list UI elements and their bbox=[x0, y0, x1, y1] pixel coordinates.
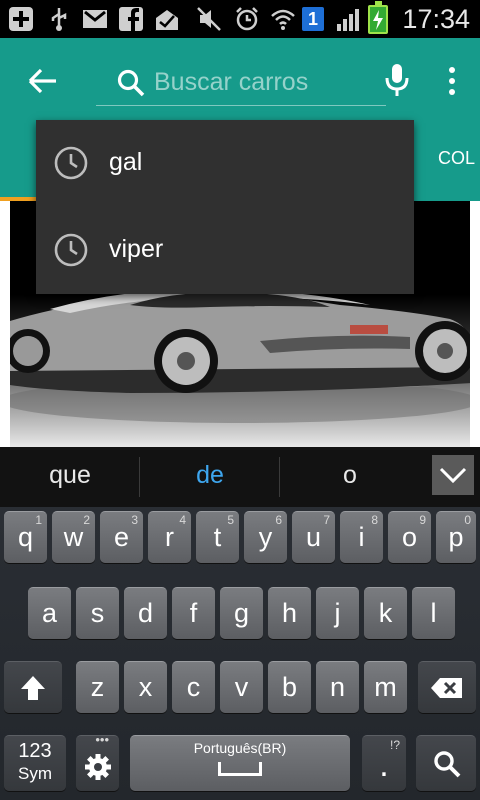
chevron-down-icon bbox=[439, 467, 467, 484]
signal-icon bbox=[337, 9, 359, 31]
key-r[interactable]: 4r bbox=[148, 511, 191, 563]
mic-icon[interactable] bbox=[384, 62, 410, 98]
key-e[interactable]: 3e bbox=[100, 511, 143, 563]
key-s[interactable]: s bbox=[76, 587, 119, 639]
key-k[interactable]: k bbox=[364, 587, 407, 639]
key-d[interactable]: d bbox=[124, 587, 167, 639]
key-v[interactable]: v bbox=[220, 661, 263, 713]
suggestion-item[interactable]: gal bbox=[36, 120, 414, 207]
back-arrow-icon[interactable] bbox=[26, 66, 58, 96]
word-suggestion[interactable]: que bbox=[0, 461, 140, 490]
gear-icon bbox=[85, 754, 111, 780]
backspace-icon bbox=[431, 678, 462, 698]
key-a[interactable]: a bbox=[28, 587, 71, 639]
usb-icon bbox=[51, 8, 67, 31]
keyboard-suggestion-strip: que de o bbox=[0, 447, 480, 507]
space-key[interactable]: Português(BR) bbox=[130, 735, 350, 791]
inbox-icon bbox=[156, 10, 178, 30]
history-icon bbox=[54, 146, 88, 180]
suggestion-item[interactable]: viper bbox=[36, 207, 414, 294]
search-input[interactable] bbox=[154, 62, 374, 102]
settings-key[interactable]: ••• bbox=[76, 732, 119, 791]
key-f[interactable]: f bbox=[172, 587, 215, 639]
period-key[interactable]: !? . bbox=[362, 735, 406, 791]
search-key[interactable] bbox=[416, 735, 476, 791]
gmail-icon bbox=[83, 10, 107, 28]
history-icon bbox=[54, 233, 88, 267]
status-bar: 1 17:34 bbox=[0, 0, 480, 38]
mute-icon bbox=[197, 7, 221, 31]
battery-charging-icon bbox=[368, 1, 388, 34]
facebook-icon bbox=[119, 7, 143, 31]
search-box[interactable] bbox=[96, 58, 386, 106]
keyboard: 1q 2w 3e 4r 5t 6y 7u 8i 9o 0p a s d f g … bbox=[0, 507, 480, 800]
key-j[interactable]: j bbox=[316, 587, 359, 639]
key-l[interactable]: l bbox=[412, 587, 455, 639]
notification-badge: 1 bbox=[302, 7, 324, 31]
suggestion-label: viper bbox=[109, 235, 164, 263]
word-suggestion[interactable]: o bbox=[280, 461, 420, 490]
shift-icon bbox=[21, 676, 45, 700]
key-w[interactable]: 2w bbox=[52, 511, 95, 563]
space-bar-glyph bbox=[218, 762, 262, 776]
suggestion-label: gal bbox=[109, 148, 143, 176]
key-y[interactable]: 6y bbox=[244, 511, 287, 563]
key-t[interactable]: 5t bbox=[196, 511, 239, 563]
key-o[interactable]: 9o bbox=[388, 511, 431, 563]
symbols-key[interactable]: 123 Sym bbox=[4, 735, 66, 791]
search-suggestions: gal viper bbox=[36, 120, 414, 294]
overflow-menu-icon[interactable] bbox=[444, 66, 460, 96]
key-q[interactable]: 1q bbox=[4, 511, 47, 563]
add-icon bbox=[9, 7, 33, 31]
key-m[interactable]: m bbox=[364, 661, 407, 713]
key-c[interactable]: c bbox=[172, 661, 215, 713]
wifi-icon bbox=[271, 9, 295, 30]
key-g[interactable]: g bbox=[220, 587, 263, 639]
key-x[interactable]: x bbox=[124, 661, 167, 713]
clock: 17:34 bbox=[402, 4, 470, 34]
key-i[interactable]: 8i bbox=[340, 511, 383, 563]
backspace-key[interactable] bbox=[418, 661, 476, 713]
key-h[interactable]: h bbox=[268, 587, 311, 639]
tab-collections[interactable]: COL bbox=[438, 148, 475, 169]
alarm-icon bbox=[236, 7, 258, 31]
collapse-keyboard-button[interactable] bbox=[432, 455, 474, 495]
shift-key[interactable] bbox=[4, 661, 62, 713]
search-icon bbox=[117, 69, 145, 97]
key-u[interactable]: 7u bbox=[292, 511, 335, 563]
key-z[interactable]: z bbox=[76, 661, 119, 713]
key-p[interactable]: 0p bbox=[436, 511, 476, 563]
key-b[interactable]: b bbox=[268, 661, 311, 713]
key-n[interactable]: n bbox=[316, 661, 359, 713]
search-icon bbox=[434, 751, 461, 778]
word-suggestion-primary[interactable]: de bbox=[140, 461, 280, 490]
